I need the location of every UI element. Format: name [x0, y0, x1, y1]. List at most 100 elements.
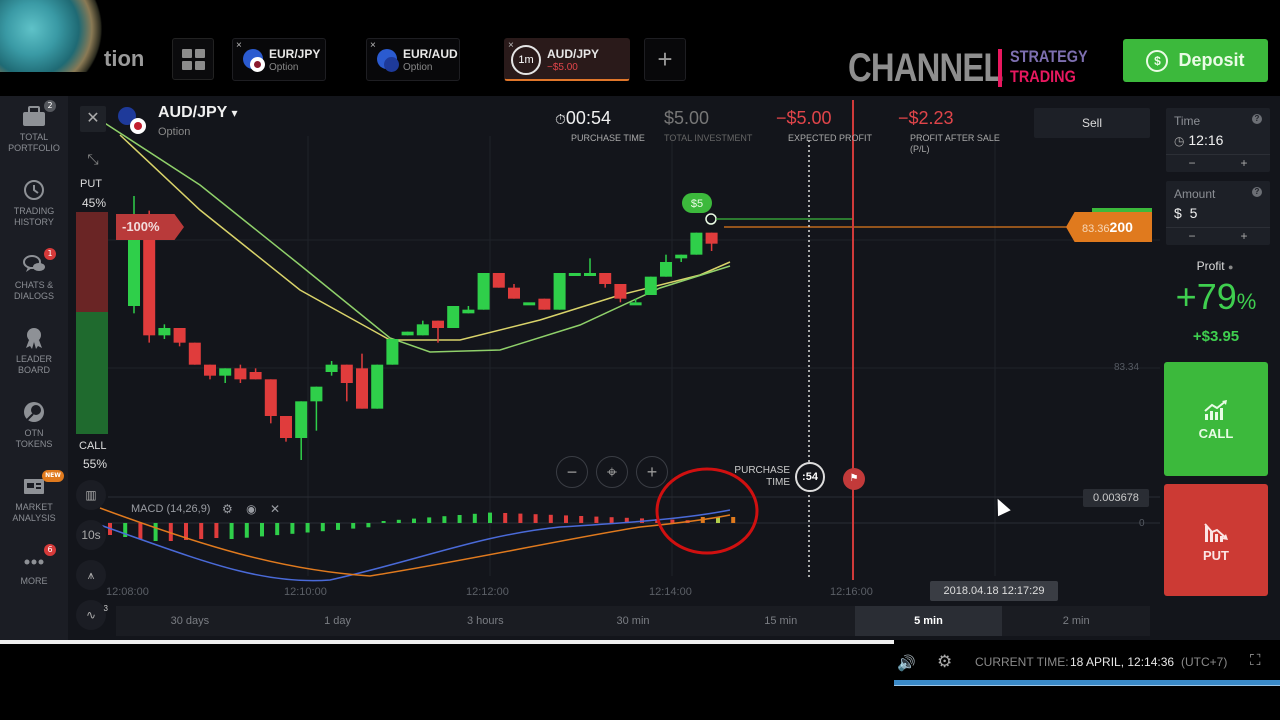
macd-bar [564, 515, 568, 523]
sidebar-label: LEADER [15, 354, 52, 364]
asset-tab-aud-jpy[interactable]: × 1m AUD/JPY −$5.00 [504, 38, 630, 81]
deposit-button[interactable]: $ Deposit [1123, 39, 1268, 82]
amount-field[interactable]: Amount ? $ 5 − + [1166, 181, 1270, 245]
sidebar-item-otn-tokens[interactable]: OTN TOKENS [0, 400, 68, 450]
macd-bar [518, 513, 523, 523]
asset-tab-name: EUR/JPY [269, 47, 321, 61]
candle-body [629, 302, 642, 306]
period-option[interactable]: 5 min [854, 606, 1003, 636]
time-decrement-button[interactable]: − [1188, 155, 1195, 172]
asset-tab-sub: Option [269, 62, 299, 73]
macd-bar [260, 523, 264, 537]
time-value[interactable]: ◷ 12:16 [1174, 132, 1223, 148]
time-field[interactable]: Time ? ◷ 12:16 − + [1166, 108, 1270, 172]
profit-after-sale-label: PROFIT AFTER SALE [910, 133, 1000, 143]
watermark-divider [998, 49, 1002, 87]
collapse-icon[interactable]: ⤡ [80, 146, 106, 172]
asset-tab-eur-aud[interactable]: × EUR/AUD Option [366, 38, 460, 81]
period-option[interactable]: 15 min [707, 606, 855, 636]
candle-body [401, 331, 414, 336]
status-progress [894, 680, 1280, 686]
candle-body [614, 284, 627, 299]
macd-bar [670, 519, 675, 523]
macd-bar [488, 512, 492, 523]
sidebar-item-more[interactable]: 6 MORE [0, 544, 68, 587]
macd-bar [381, 521, 386, 523]
period-option[interactable]: 2 min [1002, 606, 1150, 636]
period-option[interactable]: 30 min [559, 606, 707, 636]
close-tab-icon[interactable]: × [236, 40, 242, 51]
zoom-in-button[interactable]: + [636, 456, 668, 488]
broker-logo: tion [104, 46, 145, 71]
candle-body [386, 339, 399, 365]
gear-icon[interactable]: ⚙ [222, 502, 233, 516]
amount-increment-button[interactable]: + [1240, 228, 1247, 245]
time-increment-button[interactable]: + [1240, 155, 1247, 172]
token-icon [20, 400, 48, 426]
period-option[interactable]: 1 day [264, 606, 412, 636]
asset-tab-eur-jpy[interactable]: × EUR/JPY Option [232, 38, 326, 81]
price-axis-label: 83.34 [1114, 362, 1140, 373]
trade-result-tag: -100% [116, 214, 184, 240]
watermark-strategy: STRATEGY [1010, 47, 1088, 66]
drawing-tools-button[interactable]: ⩚ [76, 560, 106, 590]
sidebar-item-market-analysis[interactable]: NEW MARKET ANALYSIS [0, 470, 68, 524]
candle-body [432, 320, 444, 328]
sidebar-item-leader-board[interactable]: LEADER BOARD [0, 326, 68, 376]
chart-up-icon [1164, 400, 1268, 422]
period-option[interactable]: 3 hours [411, 606, 559, 636]
close-tab-icon[interactable]: × [370, 40, 376, 51]
chart-type-button[interactable]: ▥ [76, 480, 106, 510]
sidebar-label: DIALOGS [13, 291, 54, 301]
help-icon[interactable]: ? [1252, 114, 1262, 124]
eye-icon[interactable]: ◉ [246, 502, 256, 516]
indicators-button[interactable]: ∿ 3 [76, 600, 108, 630]
candle-body [188, 342, 201, 365]
sidebar-label: HISTORY [14, 217, 54, 227]
video-progress-bar [0, 640, 894, 644]
x-tick: 12:16:00 [830, 586, 873, 598]
macd-bar [731, 517, 736, 523]
jp-flag-icon [250, 57, 265, 72]
settings-gear-icon[interactable]: ⚙ [937, 652, 952, 672]
put-label: PUT [1203, 548, 1229, 563]
period-option[interactable]: 30 days [116, 606, 264, 636]
x-tick: 12:12:00 [466, 586, 509, 598]
sound-icon[interactable]: 🔊 [897, 654, 916, 672]
close-tab-icon[interactable]: × [508, 40, 514, 51]
amount-decrement-button[interactable]: − [1188, 228, 1195, 245]
moving-average-slow [99, 119, 731, 353]
add-asset-button[interactable]: + [644, 38, 686, 81]
asset-tab-name: EUR/AUD [403, 47, 458, 61]
zoom-out-button[interactable]: − [556, 456, 588, 488]
x-tick: 12:14:00 [649, 586, 692, 598]
chart-area[interactable]: $5 [68, 96, 1160, 640]
candle-body [325, 364, 338, 372]
sidebar-item-chats[interactable]: 1 CHATS & DIALOGS [0, 248, 68, 302]
layout-grid-button[interactable] [172, 38, 214, 80]
macd-bar [579, 516, 584, 523]
help-icon[interactable]: ? [1252, 187, 1262, 197]
price-chart[interactable]: $5 [68, 96, 1160, 640]
close-chart-button[interactable]: ✕ [80, 106, 106, 132]
interval-button[interactable]: 10s [76, 520, 106, 550]
sidebar-item-total-portfolio[interactable]: 2 TOTAL PORTFOLIO [0, 100, 68, 154]
trader-sentiment-bar [76, 212, 108, 434]
close-icon[interactable]: ✕ [270, 502, 280, 516]
asset-tab-sub: −$5.00 [547, 62, 578, 73]
candle-body [310, 386, 323, 402]
fullscreen-icon[interactable]: ⛶ [1250, 652, 1261, 669]
compass-icon: ⩚ [87, 568, 95, 582]
candle-body [356, 368, 368, 409]
sidebar-item-trading-history[interactable]: TRADING HISTORY [0, 178, 68, 228]
amount-value[interactable]: $ 5 [1174, 205, 1197, 221]
candle-body [538, 298, 551, 310]
expiry-timer-badge: 1m [511, 45, 541, 75]
help-icon[interactable]: ● [1228, 262, 1233, 272]
put-button[interactable]: PUT [1164, 484, 1268, 596]
sell-button[interactable]: Sell [1034, 108, 1150, 138]
candle-body [690, 232, 703, 255]
asset-selector[interactable]: AUD/JPY ▾ [158, 104, 238, 122]
call-button[interactable]: CALL [1164, 362, 1268, 476]
center-chart-button[interactable]: ⌖ [596, 456, 628, 488]
